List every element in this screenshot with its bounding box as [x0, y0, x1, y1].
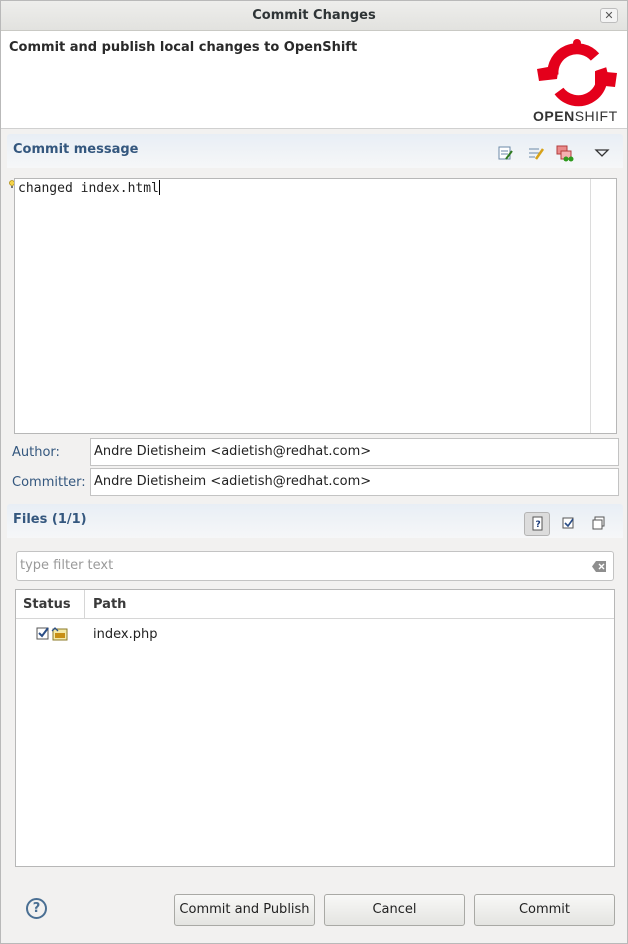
- commit-and-publish-button[interactable]: Commit and Publish: [174, 894, 315, 926]
- show-untracked-toggle[interactable]: ?: [524, 512, 550, 536]
- file-status-icons[interactable]: [36, 626, 70, 642]
- commit-changes-dialog: Commit Changes ✕ Commit and publish loca…: [0, 0, 628, 944]
- dialog-banner: Commit and publish local changes to Open…: [1, 31, 627, 129]
- commit-message-textarea[interactable]: changed index.html: [14, 178, 617, 434]
- deselect-all-button[interactable]: [586, 512, 612, 536]
- clear-filter-icon[interactable]: [591, 560, 607, 573]
- file-path: index.php: [93, 627, 158, 642]
- deselect-all-icon: [592, 516, 605, 530]
- html-file-icon: [51, 627, 68, 641]
- window-title: Commit Changes: [252, 8, 376, 23]
- openshift-logo-text: OPENSHIFT: [533, 108, 618, 124]
- add-signed-off-by-icon[interactable]: [497, 144, 515, 162]
- committer-field[interactable]: Andre Dietisheim <adietish@redhat.com>: [90, 468, 619, 496]
- file-filter: [16, 551, 614, 581]
- dialog-description: Commit and publish local changes to Open…: [9, 40, 358, 55]
- column-separator[interactable]: [84, 590, 85, 619]
- view-menu-chevron-icon[interactable]: [593, 144, 611, 162]
- show-untracked-icon: ?: [532, 516, 543, 531]
- checkbox-checked-icon: [36, 627, 49, 640]
- commit-message-scrollbar[interactable]: [590, 179, 616, 433]
- select-all-button[interactable]: [556, 512, 582, 536]
- files-table: Status Path index.php: [15, 589, 615, 867]
- committer-label: Committer:: [12, 475, 86, 490]
- commit-message-title: Commit message: [13, 142, 139, 157]
- close-icon[interactable]: ✕: [600, 8, 618, 23]
- table-row[interactable]: index.php: [16, 620, 614, 648]
- filter-input[interactable]: [20, 558, 580, 573]
- author-label: Author:: [12, 445, 60, 460]
- select-all-icon: [562, 517, 574, 529]
- path-column-header[interactable]: Path: [93, 597, 126, 612]
- svg-text:?: ?: [536, 520, 541, 530]
- help-icon[interactable]: ?: [26, 898, 47, 919]
- files-title: Files (1/1): [13, 512, 87, 527]
- amend-icon[interactable]: [527, 144, 545, 162]
- commit-message-section-header: Commit message: [7, 134, 623, 168]
- commit-button[interactable]: Commit: [474, 894, 615, 926]
- files-table-header: Status Path: [16, 590, 614, 619]
- cancel-button[interactable]: Cancel: [324, 894, 465, 926]
- push-icon[interactable]: [556, 144, 574, 162]
- title-bar: Commit Changes ✕: [1, 1, 627, 31]
- author-field[interactable]: Andre Dietisheim <adietish@redhat.com>: [90, 438, 619, 466]
- commit-message-text[interactable]: changed index.html: [18, 180, 160, 196]
- status-column-header[interactable]: Status: [23, 597, 71, 612]
